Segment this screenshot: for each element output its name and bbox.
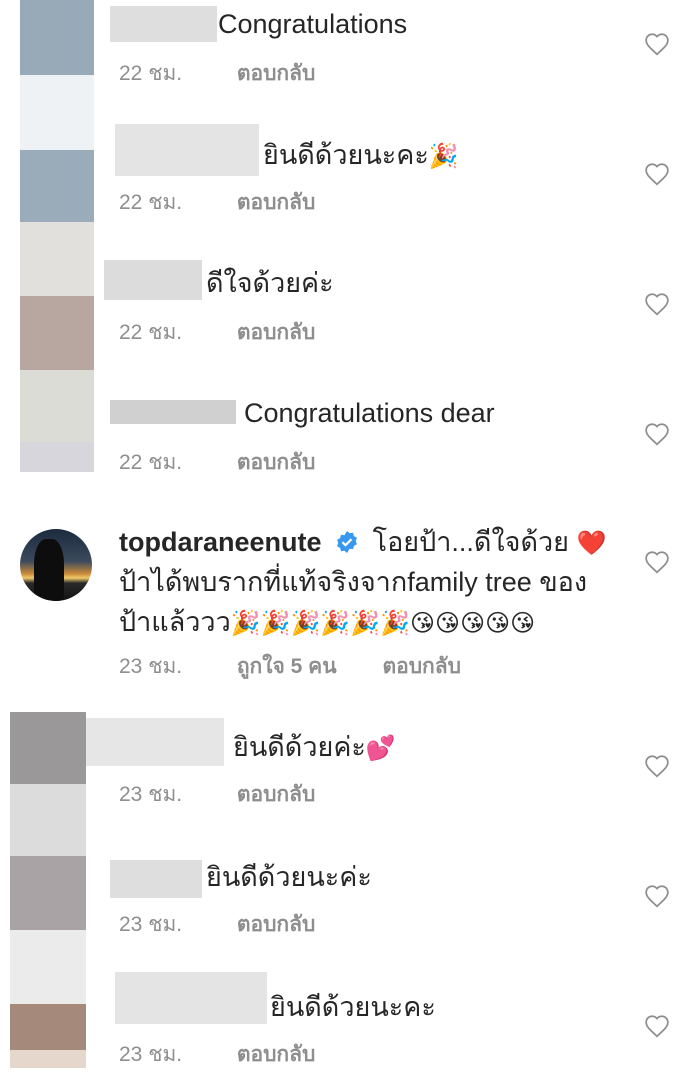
comment-text: ยินดีด้วยนะค่ะ bbox=[206, 862, 372, 892]
two-hearts-emoji-icon: 💕 bbox=[365, 735, 396, 762]
comment-text: ยินดีด้วยนะคะ bbox=[270, 992, 436, 1022]
comment-time: 22 ชม. bbox=[119, 62, 183, 85]
like-heart-icon[interactable] bbox=[644, 292, 670, 316]
like-heart-icon[interactable] bbox=[644, 32, 670, 56]
comment-meta: 23 ชม. ตอบกลับ bbox=[119, 908, 315, 941]
comment-time: 22 ชม. bbox=[119, 321, 183, 344]
like-heart-icon[interactable] bbox=[644, 550, 670, 574]
comment-time: 22 ชม. bbox=[119, 451, 183, 474]
party-emoji-icon: 🎉🎉🎉🎉🎉🎉 bbox=[230, 610, 411, 637]
kiss-emoji-icon: 😘😘😘😘😘 bbox=[410, 610, 536, 637]
reply-button[interactable]: ตอบกลับ bbox=[237, 783, 316, 806]
comment-meta: 23 ชม. ถูกใจ 5 คน ตอบกลับ bbox=[119, 650, 461, 683]
username-blur bbox=[115, 124, 259, 176]
like-heart-icon[interactable] bbox=[644, 1014, 670, 1038]
party-emoji-icon: 🎉 bbox=[428, 143, 459, 170]
verified-badge-icon bbox=[335, 528, 359, 553]
comment-meta: 22 ชม. ตอบกลับ bbox=[119, 186, 315, 219]
like-heart-icon[interactable] bbox=[644, 754, 670, 778]
comment-meta: 22 ชม. ตอบกลับ bbox=[119, 57, 315, 90]
like-heart-icon[interactable] bbox=[644, 422, 670, 446]
red-heart-emoji-icon: ❤️ bbox=[576, 530, 607, 557]
comment-meta: 23 ชม. ตอบกลับ bbox=[119, 778, 315, 811]
comment-meta: 22 ชม. ตอบกลับ bbox=[119, 316, 315, 349]
comment-meta: 22 ชม. ตอบกลับ bbox=[119, 446, 315, 479]
comment-time: 23 ชม. bbox=[119, 913, 183, 936]
username-blur bbox=[110, 6, 217, 42]
comment-time: 23 ชม. bbox=[119, 1043, 183, 1066]
username-blur bbox=[86, 718, 224, 766]
avatar-blur-column-lower bbox=[10, 712, 86, 1068]
avatar-silhouette bbox=[34, 539, 64, 601]
avatar[interactable] bbox=[20, 529, 92, 601]
comment-username[interactable]: topdaraneenute bbox=[119, 527, 322, 557]
like-heart-icon[interactable] bbox=[644, 162, 670, 186]
comment-line-3: ป้าแล้ววว🎉🎉🎉🎉🎉🎉😘😘😘😘😘 bbox=[119, 607, 536, 637]
comment-text: Congratulations dear bbox=[244, 398, 495, 428]
comment-line-2: ป้าได้พบรากที่แท้จริงจากfamily tree ของ bbox=[119, 567, 588, 597]
username-blur bbox=[104, 260, 202, 300]
comment-text: ดีใจด้วยค่ะ bbox=[206, 268, 334, 298]
comment-meta: 23 ชม. ตอบกลับ bbox=[119, 1038, 315, 1071]
comment-time: 23 ชม. bbox=[119, 783, 183, 806]
comment-text: Congratulations bbox=[218, 9, 408, 39]
reply-button[interactable]: ตอบกลับ bbox=[237, 1043, 316, 1066]
reply-button[interactable]: ตอบกลับ bbox=[382, 655, 461, 678]
comment-time: 23 ชม. bbox=[119, 655, 183, 678]
reply-button[interactable]: ตอบกลับ bbox=[237, 321, 316, 344]
comment-line-1: topdaraneenute โอยป้า...ดีใจด้วย ❤️ bbox=[119, 527, 607, 557]
comment-time: 22 ชม. bbox=[119, 191, 183, 214]
username-blur bbox=[110, 860, 202, 898]
like-heart-icon[interactable] bbox=[644, 884, 670, 908]
likes-count[interactable]: ถูกใจ 5 คน bbox=[237, 650, 337, 683]
comment-text: ยินดีด้วยค่ะ💕 bbox=[233, 732, 396, 762]
username-blur bbox=[115, 972, 267, 1024]
username-blur bbox=[110, 400, 236, 424]
reply-button[interactable]: ตอบกลับ bbox=[237, 451, 316, 474]
avatar-blur-column bbox=[20, 0, 94, 472]
reply-button[interactable]: ตอบกลับ bbox=[237, 62, 316, 85]
comment-text: ยินดีด้วยนะคะ🎉 bbox=[263, 140, 459, 170]
reply-button[interactable]: ตอบกลับ bbox=[237, 913, 316, 936]
reply-button[interactable]: ตอบกลับ bbox=[237, 191, 316, 214]
